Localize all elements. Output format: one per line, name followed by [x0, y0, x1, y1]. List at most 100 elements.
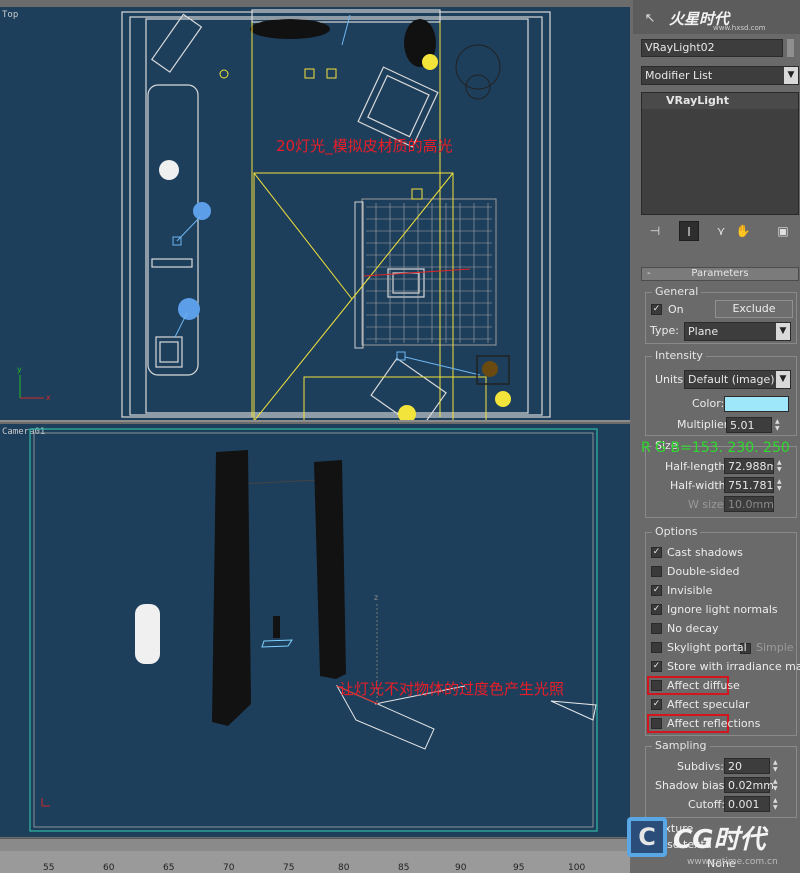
chevron-down-icon[interactable]: ▼ — [776, 371, 790, 388]
option-label: Cast shadows — [667, 546, 743, 559]
half-width-field[interactable]: 751.781m — [724, 477, 774, 493]
chevron-down-icon[interactable]: ▼ — [776, 323, 790, 340]
watermark-url: www.hxsd.com — [713, 24, 766, 32]
object-color-swatch[interactable] — [787, 39, 794, 57]
half-width-label: Half-width: — [670, 479, 730, 492]
ruler-tick: 65 — [163, 863, 175, 873]
ruler-tick: 90 — [455, 863, 467, 873]
remove-modifier-icon[interactable]: ✋ — [733, 221, 753, 241]
sampling-title: Sampling — [652, 739, 710, 752]
w-size-field: 10.0mm — [724, 496, 774, 512]
top-viewport[interactable]: Top y x — [0, 7, 630, 422]
shadow-bias-field[interactable]: 0.02mm — [724, 777, 774, 793]
type-value: Plane — [688, 325, 719, 338]
option-label: Store with irradiance map — [667, 660, 800, 673]
camera-viewport-wireframe: z — [29, 428, 598, 832]
modifier-stack-item[interactable]: VRayLight — [642, 93, 798, 109]
general-title: General — [652, 285, 702, 298]
modifier-list-dropdown[interactable]: Modifier List ▼ — [641, 66, 799, 85]
ruler-tick: 80 — [338, 863, 350, 873]
rgb-annotation: R G B=153. 230. 250 — [641, 440, 790, 456]
type-dropdown[interactable]: Plane ▼ — [684, 322, 791, 341]
option-label: Invisible — [667, 584, 713, 597]
track-bar[interactable]: 55 60 65 70 75 80 85 90 95 100 — [0, 838, 630, 873]
option-label: Affect diffuse — [667, 679, 740, 692]
option-checkbox[interactable]: ✓ — [651, 585, 662, 596]
camera-viewport[interactable]: Camera01 z — [0, 424, 630, 837]
option-checkbox[interactable] — [651, 566, 662, 577]
object-name-field[interactable]: VRayLight02 — [641, 39, 783, 57]
track-bar-strip[interactable] — [0, 839, 630, 851]
command-panel: ↖ 火星时代 www.hxsd.com VRayLight02 Modifier… — [633, 0, 800, 873]
parameters-title: Parameters — [691, 268, 749, 279]
show-end-result-icon[interactable]: I — [679, 221, 699, 241]
cutoff-spinner[interactable]: ▲ ▼ — [773, 797, 781, 811]
multiplier-spinner[interactable]: ▲ ▼ — [775, 418, 783, 432]
cutoff-label: Cutoff: — [688, 798, 725, 811]
simple-label: Simple — [756, 641, 794, 654]
configure-sets-icon[interactable]: ▣ — [773, 221, 793, 241]
multiplier-field[interactable]: 5.01 — [726, 417, 772, 433]
axis-z-label: z — [374, 593, 378, 602]
axis-x-label: x — [46, 393, 51, 402]
cursor-icon[interactable]: ↖ — [639, 8, 661, 30]
cgtime-watermark: C CG时代 www.cgtime.com.cn — [627, 817, 800, 873]
parameters-rollout-header[interactable]: - Parameters — [641, 267, 799, 281]
multiplier-label: Multiplier: — [677, 418, 732, 431]
option-checkbox[interactable]: ✓ — [651, 661, 662, 672]
half-width-spinner[interactable]: ▲ ▼ — [777, 478, 785, 492]
units-dropdown[interactable]: Default (image) ▼ — [684, 370, 791, 389]
on-checkbox[interactable]: ✓ — [651, 304, 662, 315]
annotation-top-viewport: 20灯光_模拟皮材质的高光 — [276, 137, 453, 155]
option-checkbox[interactable]: ✓ — [651, 547, 662, 558]
half-length-field[interactable]: 72.988mm — [724, 458, 774, 474]
option-checkbox[interactable] — [651, 718, 662, 729]
option-checkbox[interactable] — [651, 642, 662, 653]
option-label: Ignore light normals — [667, 603, 778, 616]
cgtime-logo-icon: C — [627, 817, 667, 857]
ruler-tick: 55 — [43, 863, 55, 873]
subdivs-field[interactable]: 20 — [724, 758, 770, 774]
option-label: Skylight portal — [667, 641, 747, 654]
option-checkbox[interactable]: ✓ — [651, 604, 662, 615]
half-length-spinner[interactable]: ▲ ▼ — [777, 459, 785, 473]
axis-y-label: y — [17, 365, 22, 374]
subdivs-spinner[interactable]: ▲ ▼ — [773, 759, 781, 773]
make-unique-icon[interactable]: ⋎ — [711, 221, 731, 241]
options-title: Options — [652, 525, 701, 538]
w-size-label: W size — [688, 498, 724, 511]
cgtime-url: www.cgtime.com.cn — [687, 857, 778, 867]
chevron-down-icon[interactable]: ▼ — [784, 67, 798, 84]
cutoff-field[interactable]: 0.001 — [724, 796, 770, 812]
units-value: Default (image) — [688, 373, 775, 386]
modifier-stack-tools: ⊣ I ⋎ ✋ ▣ — [641, 219, 799, 243]
modifier-stack[interactable]: VRayLight — [641, 92, 799, 215]
subdivs-label: Subdivs: — [677, 760, 724, 773]
ruler-tick: 95 — [513, 863, 525, 873]
units-label: Units: — [655, 373, 687, 386]
ruler-tick: 85 — [398, 863, 410, 873]
color-label: Color: — [692, 397, 725, 410]
light-color-swatch[interactable] — [724, 396, 789, 412]
option-checkbox[interactable] — [651, 623, 662, 634]
option-checkbox[interactable] — [651, 680, 662, 691]
shadow-bias-spinner[interactable]: ▲ ▼ — [773, 778, 781, 792]
command-panel-tabs: ↖ 火星时代 www.hxsd.com — [633, 0, 800, 34]
type-label: Type: — [650, 324, 679, 337]
on-label: On — [668, 303, 684, 316]
half-length-label: Half-length: — [665, 460, 730, 473]
ruler-tick: 60 — [103, 863, 115, 873]
option-label: Affect specular — [667, 698, 750, 711]
top-viewport-wireframe: y x — [17, 9, 551, 420]
option-checkbox[interactable]: ✓ — [651, 699, 662, 710]
shadow-bias-label: Shadow bias: — [655, 779, 729, 792]
cgtime-text: CG时代 — [673, 825, 766, 855]
option-label: No decay — [667, 622, 719, 635]
modifier-list-label: Modifier List — [645, 69, 713, 82]
intensity-title: Intensity — [652, 349, 706, 362]
pin-stack-icon[interactable]: ⊣ — [645, 221, 665, 241]
exclude-button[interactable]: Exclude — [715, 300, 793, 318]
collapse-icon[interactable]: - — [647, 268, 651, 280]
ruler-tick: 70 — [223, 863, 235, 873]
option-label: Affect reflections — [667, 717, 761, 730]
